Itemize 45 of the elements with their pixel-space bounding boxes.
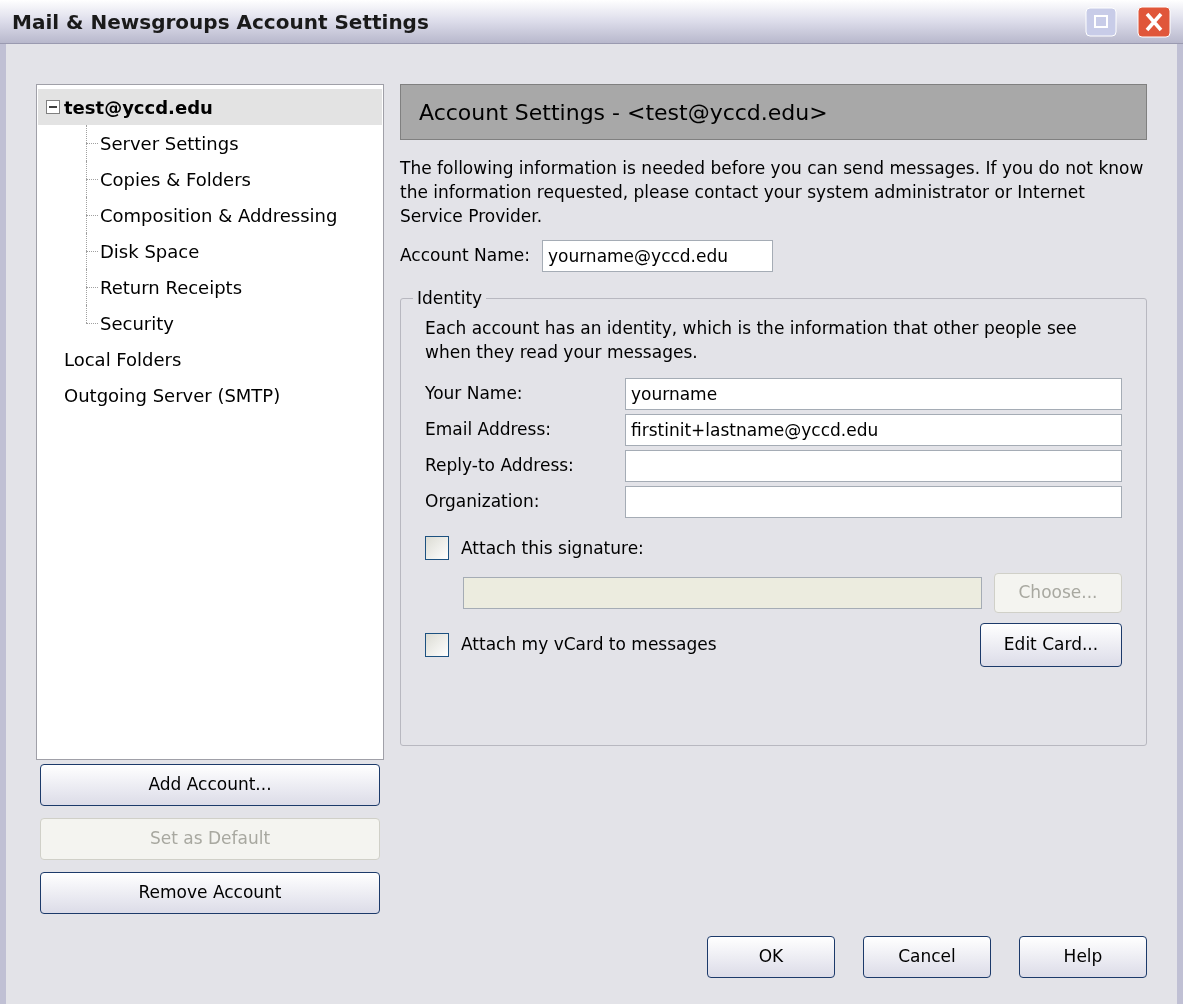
dialog-button[interactable]: Help [1019, 936, 1147, 978]
identity-description: Each account has an identity, which is the information that other people see when they read your messages. [425, 316, 1078, 364]
field-label: Reply-to Address: [425, 453, 575, 477]
tree-item-label: Copies & Folders [100, 167, 251, 192]
dialog-button[interactable]: Cancel [863, 936, 991, 978]
account-button[interactable]: Remove Account [40, 872, 380, 914]
account-button[interactable]: Add Account... [40, 764, 380, 806]
tree-item[interactable]: Security [38, 305, 382, 341]
field-label: Account Name: [400, 244, 530, 268]
tree-item[interactable]: Outgoing Server (SMTP) [38, 377, 382, 413]
window-title: Mail & Newsgroups Account Settings [12, 8, 430, 36]
tree-item[interactable]: Local Folders [38, 341, 382, 377]
tree-item-label: Outgoing Server (SMTP) [64, 383, 281, 408]
group-legend: Identity [413, 286, 487, 312]
tree-item-label: Server Settings [100, 131, 239, 156]
tree-item[interactable]: Return Receipts [38, 269, 382, 305]
text-field[interactable]: yourname [625, 377, 1122, 410]
field-label: Organization: [425, 489, 541, 513]
tree-item-label: Disk Space [100, 239, 200, 264]
collapse-icon[interactable] [46, 100, 60, 114]
tree-item[interactable]: test@yccd.edu [38, 89, 382, 125]
signature-checkbox[interactable] [425, 536, 449, 561]
vcard-checkbox[interactable] [425, 633, 449, 657]
tree-item-label: test@yccd.edu [64, 95, 213, 120]
tree-item[interactable]: Server Settings [38, 125, 382, 161]
edit-card-button[interactable]: Edit Card... [980, 623, 1122, 667]
close-icon[interactable] [1137, 5, 1171, 38]
page-title: Account Settings - <test@yccd.edu> [419, 98, 828, 127]
text-field[interactable] [625, 485, 1122, 518]
text-field[interactable] [625, 449, 1122, 482]
intro-text: The following information is needed before you can send messages. If you do not know the information requested, please contact your system administrator or Internet Service Provider. [400, 157, 1145, 228]
account-name-field[interactable]: yourname@yccd.edu [541, 240, 773, 272]
checkbox-label: Attach my vCard to messages [461, 633, 717, 657]
field-label: Your Name: [425, 381, 524, 405]
tree-item-label: Composition & Addressing [100, 203, 338, 228]
tree-item[interactable]: Disk Space [38, 233, 382, 269]
tree-item-label: Security [100, 311, 174, 336]
checkbox-label: Attach this signature: [461, 536, 644, 560]
tree-item-label: Return Receipts [100, 275, 243, 300]
tree-item[interactable]: Composition & Addressing [38, 197, 382, 233]
tree-item-label: Local Folders [64, 347, 182, 372]
dialog-button[interactable]: OK [707, 936, 835, 978]
field-label: Email Address: [425, 417, 552, 441]
tree-item[interactable]: Copies & Folders [38, 161, 382, 197]
text-field[interactable]: firstinit+lastname@yccd.edu [625, 413, 1122, 446]
